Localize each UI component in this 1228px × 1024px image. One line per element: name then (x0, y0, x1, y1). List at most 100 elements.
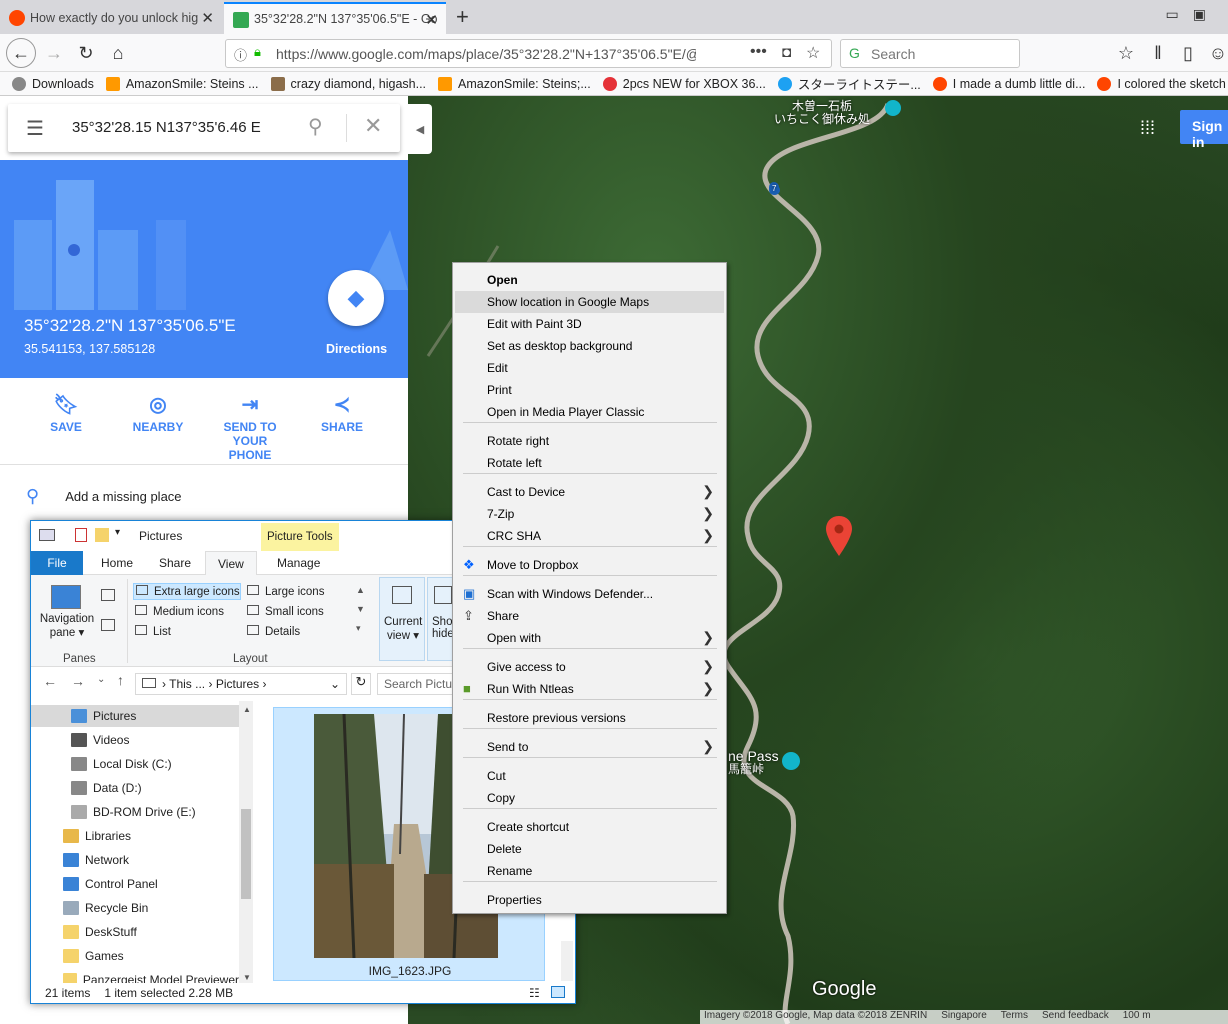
layout-list[interactable]: List (135, 625, 171, 638)
account-icon[interactable]: ☺ (1204, 39, 1228, 67)
scroll-up-arrow[interactable]: ▲ (243, 705, 251, 714)
share-button[interactable]: ≺ SHARE (297, 392, 387, 434)
menu-item-set-as-desktop-background[interactable]: Set as desktop background (455, 335, 724, 357)
tree-item[interactable]: Local Disk (C:) (31, 753, 239, 775)
window-controls[interactable]: ▭▣ (1166, 6, 1220, 23)
reload-button[interactable]: ↻ (72, 39, 100, 67)
library-icon[interactable]: ‖ (1144, 39, 1172, 67)
menu-item-crc-sha[interactable]: CRC SHA ❯ (455, 525, 724, 547)
poi-pin-icon[interactable] (885, 100, 901, 116)
tree-item[interactable]: Pictures (31, 705, 239, 727)
tab-manage[interactable]: Manage (265, 551, 332, 575)
layout-small-icons[interactable]: Small icons (247, 605, 324, 618)
save-button[interactable]: 🔖︎ SAVE (21, 392, 111, 434)
bookmark-item[interactable]: スターライトステー... (777, 74, 921, 93)
menu-item-scan-with-windows-defender[interactable]: ▣ Scan with Windows Defender... (455, 583, 724, 605)
navigation-pane-icon[interactable] (51, 585, 81, 609)
details-pane-icon[interactable] (101, 619, 115, 631)
menu-item-run-with-ntleas[interactable]: ■ Run With Ntleas ❯ (455, 678, 724, 700)
layout-medium-icons[interactable]: Medium icons (135, 605, 224, 618)
menu-item-open-in-media-player-classic[interactable]: Open in Media Player Classic (455, 401, 724, 423)
menu-item-edit[interactable]: Edit (455, 357, 724, 379)
menu-item-create-shortcut[interactable]: Create shortcut (455, 816, 724, 838)
back-icon[interactable]: ← (43, 673, 57, 689)
preview-pane-icon[interactable] (101, 589, 115, 601)
layout-extra-large-icons[interactable]: Extra large icons (133, 583, 241, 600)
maps-search-input[interactable]: 35°32'28.15 N137°35'6.46 E (72, 119, 261, 136)
bookmark-item[interactable]: 2pcs NEW for XBOX 36... (602, 76, 766, 91)
address-segment[interactable]: Pictures (216, 677, 259, 691)
add-missing-place[interactable]: ⚲ Add a missing place (26, 486, 182, 507)
tree-item[interactable]: Videos (31, 729, 239, 751)
menu-item-7-zip[interactable]: 7-Zip ❯ (455, 503, 724, 525)
terms-link[interactable]: Terms (1001, 1010, 1028, 1024)
file-name[interactable]: IMG_1623.JPG (274, 964, 546, 978)
close-icon[interactable]: ✕ (364, 113, 382, 139)
tree-item[interactable]: Control Panel (31, 873, 239, 895)
address-box[interactable]: › This ... › Pictures › ⌄ (135, 673, 347, 695)
window-icon[interactable] (39, 529, 55, 541)
up-icon[interactable]: ↑ (117, 672, 124, 688)
feedback-link[interactable]: Send feedback (1042, 1010, 1109, 1024)
tree-item[interactable]: Network (31, 849, 239, 871)
forward-icon[interactable]: → (71, 673, 85, 689)
location-pin-icon[interactable] (826, 516, 852, 556)
bookmark-item[interactable]: crazy diamond, higash... (270, 76, 426, 91)
menu-item-open-with[interactable]: Open with ❯ (455, 627, 724, 649)
bookmark-item[interactable]: Downloads (12, 76, 94, 91)
tab-view[interactable]: View (205, 551, 257, 575)
maps-search-box[interactable]: ☰ 35°32'28.15 N137°35'6.46 E ⚲ ✕ (8, 104, 400, 152)
info-icon[interactable]: ⓘ (234, 45, 247, 64)
search-icon[interactable]: ⚲ (308, 114, 323, 139)
home-button[interactable]: ⌂ (104, 39, 132, 67)
menu-item-send-to[interactable]: Send to ❯ (455, 736, 724, 758)
bookmark-menu-icon[interactable]: ☆ (1112, 39, 1140, 67)
forward-button[interactable]: → (40, 39, 68, 67)
directions-button[interactable]: ◆ (328, 270, 384, 326)
refresh-icon[interactable]: ↻ (351, 673, 371, 695)
pocket-icon[interactable]: ◘ (782, 44, 791, 61)
menu-item-edit-with-paint-3d[interactable]: Edit with Paint 3D (455, 313, 724, 335)
bookmark-item[interactable]: I colored the sketch I ... (1097, 76, 1228, 91)
menu-item-copy[interactable]: Copy (455, 787, 724, 809)
address-dropdown-icon[interactable]: ⌄ (330, 677, 340, 691)
menu-item-show-location-in-google-maps[interactable]: Show location in Google Maps (455, 291, 724, 313)
bookmark-item[interactable]: AmazonSmile: Steins ... (105, 76, 259, 91)
tree-item[interactable]: Recycle Bin (31, 897, 239, 919)
tab-reddit[interactable]: How exactly do you unlock hig ✕ (0, 2, 222, 34)
tab-share[interactable]: Share (147, 551, 203, 575)
details-view-icon[interactable]: ☷ (529, 986, 540, 1000)
navigation-pane-button[interactable]: Navigation pane ▾ (39, 613, 95, 639)
menu-item-rotate-right[interactable]: Rotate right (455, 430, 724, 452)
menu-item-cast-to-device[interactable]: Cast to Device ❯ (455, 481, 724, 503)
tree-scroll-thumb[interactable] (241, 809, 251, 899)
tab-google-maps[interactable]: 35°32'28.2"N 137°35'06.5"E - Go ✕ (224, 2, 446, 34)
sidebar-toggle-icon[interactable]: ▯ (1174, 39, 1202, 67)
sign-in-button[interactable]: Sign in (1180, 110, 1228, 150)
menu-item-give-access-to[interactable]: Give access to ❯ (455, 656, 724, 678)
menu-item-delete[interactable]: Delete (455, 838, 724, 860)
tree-item[interactable]: BD-ROM Drive (E:) (31, 801, 239, 823)
poi-pin-icon[interactable] (782, 752, 800, 770)
menu-icon[interactable]: ☰ (26, 116, 44, 141)
file-scrollbar[interactable] (561, 941, 573, 981)
url-text[interactable]: https://www.google.com/maps/place/35°32'… (276, 46, 696, 62)
back-button[interactable]: ← (6, 38, 36, 68)
send-to-phone-button[interactable]: ⇥ SEND TO YOUR PHONE (205, 392, 295, 462)
apps-grid-icon[interactable]: ⁞⁞⁞ (1140, 118, 1155, 139)
collapse-panel-button[interactable]: ◀ (408, 104, 432, 154)
menu-item-print[interactable]: Print (455, 379, 724, 401)
scroll-down-arrow[interactable]: ▼ (243, 973, 251, 982)
layout-details[interactable]: Details (247, 625, 300, 638)
poi-pass[interactable]: ne Pass 馬籠峠 (728, 749, 779, 776)
tree-item[interactable]: Data (D:) (31, 777, 239, 799)
browser-search-box[interactable]: G Search (840, 39, 1020, 68)
tree-item[interactable]: Libraries (31, 825, 239, 847)
large-icons-view-icon[interactable] (551, 986, 565, 998)
menu-item-move-to-dropbox[interactable]: ❖ Move to Dropbox (455, 554, 724, 576)
menu-item-cut[interactable]: Cut (455, 765, 724, 787)
close-icon[interactable]: ✕ (425, 11, 438, 29)
menu-item-open[interactable]: Open (455, 269, 724, 291)
properties-quick-icon[interactable] (75, 528, 87, 542)
tab-home[interactable]: Home (89, 551, 145, 575)
